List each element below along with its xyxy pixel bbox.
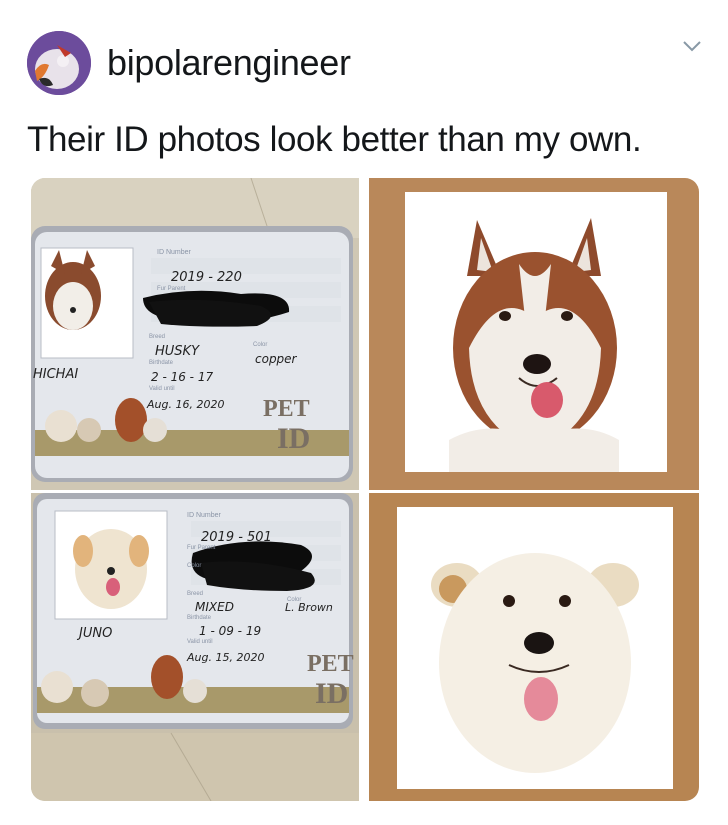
id-number: 2019 - 220 bbox=[171, 270, 242, 285]
birthdate-label: Birthdate bbox=[149, 360, 174, 366]
id-number-label: ID Number bbox=[157, 249, 192, 256]
username[interactable]: bipolarengineer bbox=[107, 42, 351, 84]
birthdate-value: 1 - 09 - 19 bbox=[199, 624, 261, 638]
birthdate-label: Birthdate bbox=[187, 615, 212, 621]
valid-until-value: Aug. 16, 2020 bbox=[146, 398, 224, 411]
color-value: L. Brown bbox=[285, 601, 333, 614]
color-value: copper bbox=[255, 352, 298, 366]
photo-juno-portrait[interactable] bbox=[369, 493, 699, 801]
photo-husky-portrait[interactable] bbox=[369, 178, 699, 490]
birthdate-value: 2 - 16 - 17 bbox=[151, 370, 213, 384]
chevron-down-icon[interactable] bbox=[680, 36, 704, 56]
breed-label: Breed bbox=[187, 591, 203, 597]
tweet-header: bipolarengineer bbox=[0, 0, 728, 120]
pet-id-logo-line1: PET bbox=[263, 396, 310, 422]
pet-name: HICHAI bbox=[33, 367, 78, 382]
pet-id-logo-line2: ID bbox=[315, 677, 348, 710]
avatar-image bbox=[27, 31, 91, 95]
breed-value: MIXED bbox=[195, 600, 234, 614]
avatar[interactable] bbox=[27, 31, 91, 95]
valid-until-value: Aug. 15, 2020 bbox=[186, 651, 264, 664]
breed-value: HUSKY bbox=[155, 344, 200, 359]
pet-name: JUNO bbox=[76, 626, 112, 641]
color-label: Color bbox=[187, 563, 201, 569]
photo-husky-id-card[interactable]: ID Number 2019 - 220 Fur Parent Breed HU… bbox=[31, 178, 359, 490]
color-label: Color bbox=[253, 342, 267, 348]
valid-until-label: Valid until bbox=[149, 386, 175, 392]
pet-id-logo-line1: PET bbox=[307, 651, 354, 677]
fur-parent-label: Fur Parent bbox=[157, 286, 186, 292]
id-number: 2019 - 501 bbox=[201, 530, 272, 545]
pet-id-logo-line2: ID bbox=[277, 422, 310, 455]
photo-juno-id-card[interactable]: ID Number 2019 - 501 Fur Parent Color Br… bbox=[31, 493, 359, 801]
tweet-text: Their ID photos look better than my own. bbox=[27, 120, 642, 159]
fur-parent-label: Fur Parent bbox=[187, 545, 216, 551]
breed-label: Breed bbox=[149, 334, 165, 340]
valid-until-label: Valid until bbox=[187, 639, 213, 645]
id-number-label: ID Number bbox=[187, 512, 222, 519]
photo-grid: ID Number 2019 - 220 Fur Parent Breed HU… bbox=[31, 178, 699, 801]
